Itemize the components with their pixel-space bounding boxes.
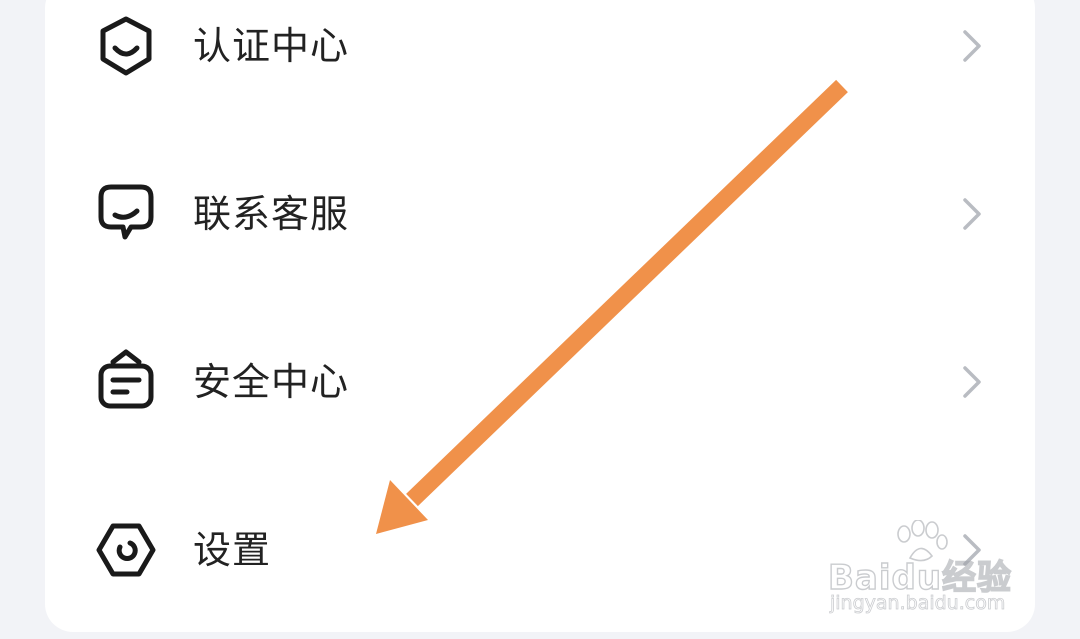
menu-item-label: 安全中心 (193, 360, 350, 404)
chevron-right-icon (963, 366, 981, 398)
chevron-right-icon (963, 30, 981, 62)
menu-item-certification-center[interactable]: 认证中心 (45, 0, 1035, 130)
watermark-url: jingyan.baidu.com (830, 592, 1006, 615)
chevron-right-icon (963, 198, 981, 230)
customer-service-chat-icon (98, 184, 154, 240)
menu-item-label: 联系客服 (193, 192, 350, 236)
safety-bag-icon (98, 349, 154, 409)
verified-shield-icon (100, 16, 152, 76)
menu-item-contact-support[interactable]: 联系客服 (45, 130, 1035, 298)
settings-hexagon-icon (96, 523, 156, 577)
menu-item-security-center[interactable]: 安全中心 (45, 298, 1035, 466)
menu-item-label: 认证中心 (193, 24, 350, 68)
menu-item-label: 设置 (193, 528, 272, 572)
baidu-watermark: Baidu经验 jingyan.baidu.com (827, 520, 1028, 620)
